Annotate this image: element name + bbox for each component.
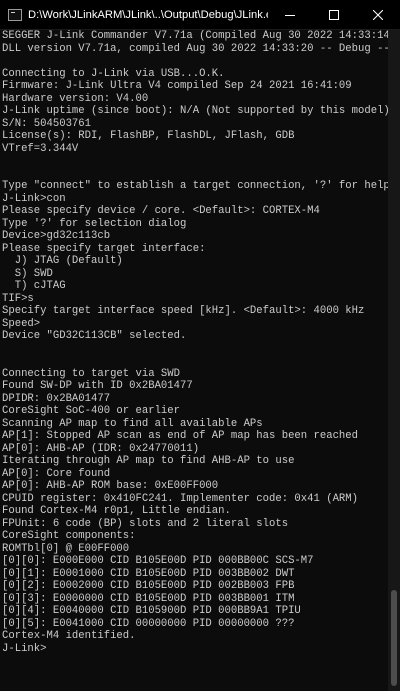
- console-line: Found SW-DP with ID 0x2BA01477: [2, 380, 193, 392]
- console-line: License(s): RDI, FlashBP, FlashDL, JFlas…: [2, 130, 295, 142]
- console-line: [0][5]: E0041000 CID 00000000 PID 000000…: [2, 617, 295, 630]
- console-line: Hardware version: V4.00: [2, 92, 149, 105]
- console-line: S/N: 504503761: [2, 117, 92, 130]
- console-line: T) cJTAG: [2, 280, 66, 292]
- console-line: Device>gd32c113cb: [2, 230, 111, 242]
- console-line: SEGGER J-Link Commander V7.71a (Compiled…: [2, 30, 388, 42]
- console-line: Specify target interface speed [kHz]. <D…: [2, 305, 365, 317]
- console-line: [0][2]: E0002000 CID B105E00D PID 002BB0…: [2, 580, 295, 592]
- console-line: CPUID register: 0x410FC241. Implementer …: [2, 492, 359, 505]
- console-line: DPIDR: 0x2BA01477: [2, 392, 111, 405]
- console-line: Please specify device / core. <Default>:…: [2, 205, 320, 217]
- console-line: [0][4]: E0040000 CID B105900D PID 000BB9…: [2, 605, 301, 617]
- console-line: CoreSight components:: [2, 530, 136, 542]
- console-line: Device "GD32C113CB" selected.: [2, 330, 187, 342]
- title-bar[interactable]: D:\Work\JLinkARM\JLink\..\Output\Debug\J…: [0, 0, 400, 30]
- maximize-icon: [329, 9, 339, 20]
- console-app-icon: [8, 8, 22, 21]
- console-line: Connecting to J-Link via USB...O.K.: [2, 67, 225, 80]
- console-output[interactable]: SEGGER J-Link Commander V7.71a (Compiled…: [0, 30, 388, 691]
- console-line: Type '?' for selection dialog: [2, 217, 187, 230]
- scrollbar-thumb[interactable]: [391, 590, 397, 686]
- console-line: DLL version V7.71a, compiled Aug 30 2022…: [2, 42, 388, 55]
- window-controls: [268, 0, 400, 29]
- console-line: AP[0]: Core found: [2, 467, 111, 480]
- console-line: Type "connect" to establish a target con…: [2, 180, 388, 192]
- console-line: J-Link>: [2, 642, 47, 655]
- console-line: J-Link uptime (since boot): N/A (Not sup…: [2, 105, 388, 117]
- console-line: [0][0]: E000E000 CID B105E00D PID 000BB0…: [2, 555, 314, 567]
- close-icon: [373, 9, 383, 20]
- console-line: FPUnit: 6 code (BP) slots and 2 literal …: [2, 517, 289, 530]
- console-line: Found Cortex-M4 r0p1, Little endian.: [2, 505, 231, 517]
- console-line: Cortex-M4 identified.: [2, 630, 136, 642]
- vertical-scrollbar[interactable]: [388, 30, 400, 691]
- console-line: Please specify target interface:: [2, 242, 206, 255]
- console-line: Scanning AP map to find all available AP…: [2, 417, 263, 430]
- minimize-button[interactable]: [268, 0, 312, 29]
- console-line: ROMTbl[0] @ E00FF000: [2, 542, 130, 555]
- console-line: J-Link>con: [2, 192, 66, 205]
- console-line: Speed>: [2, 317, 41, 330]
- minimize-icon: [285, 14, 295, 16]
- console-line: S) SWD: [2, 267, 53, 280]
- console-line: CoreSight SoC-400 or earlier: [2, 405, 181, 417]
- console-line: AP[0]: AHB-AP ROM base: 0xE00FF000: [2, 480, 219, 492]
- console-line: Connecting to target via SWD: [2, 367, 181, 380]
- console-line: AP[0]: AHB-AP (IDR: 0x24770011): [2, 442, 200, 455]
- close-button[interactable]: [356, 0, 400, 29]
- window-title: D:\Work\JLinkARM\JLink\..\Output\Debug\J…: [28, 8, 268, 21]
- console-line: [0][1]: E0001000 CID B105E00D PID 003BB0…: [2, 567, 295, 580]
- console-line: J) JTAG (Default): [2, 255, 123, 267]
- console-line: VTref=3.344V: [2, 142, 79, 155]
- console-line: Firmware: J-Link Ultra V4 compiled Sep 2…: [2, 80, 352, 92]
- console-line: Iterating through AP map to find AHB-AP …: [2, 455, 295, 467]
- console-line: [0][3]: E0000000 CID B105E00D PID 003BB0…: [2, 592, 295, 605]
- maximize-button[interactable]: [312, 0, 356, 29]
- console-line: TIF>s: [2, 292, 34, 305]
- console-window: D:\Work\JLinkARM\JLink\..\Output\Debug\J…: [0, 0, 400, 691]
- console-line: AP[1]: Stopped AP scan as end of AP map …: [2, 430, 359, 442]
